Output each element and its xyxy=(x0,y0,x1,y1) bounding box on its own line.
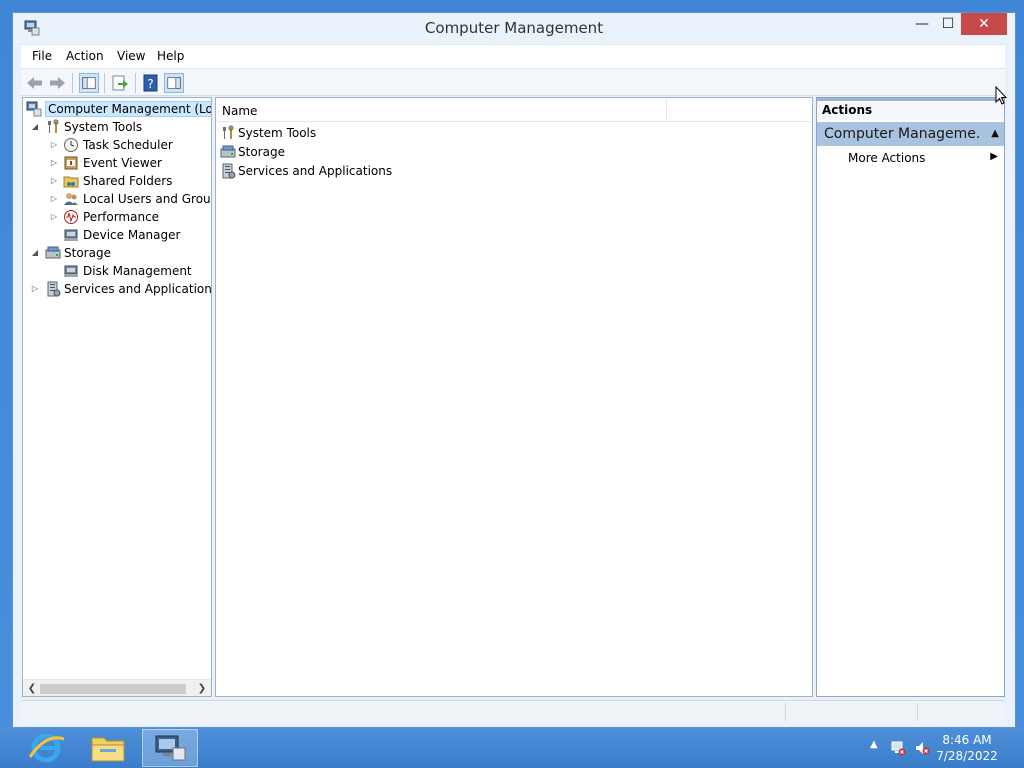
actions-pane: Actions Computer Manageme... ▲ More Acti… xyxy=(816,97,1005,697)
clock-time: 8:46 AM xyxy=(942,733,992,747)
actions-section-label: Computer Manageme... xyxy=(824,126,979,142)
expand-arrow-icon[interactable]: ▷ xyxy=(49,140,59,150)
system-tools-icon xyxy=(48,119,59,133)
more-actions-link[interactable]: More Actions xyxy=(848,151,925,165)
show-hidden-icons-arrow-icon[interactable]: ▲ xyxy=(870,739,878,750)
computer-management-window: Computer Management — ☐ ✕ File Action Vi… xyxy=(12,12,1016,728)
tree-label: Local Users and Groups xyxy=(83,192,212,206)
internet-explorer-taskbar-button[interactable] xyxy=(18,729,74,767)
menu-bar: File Action View Help xyxy=(21,44,1005,68)
tree-label: Event Viewer xyxy=(83,156,162,170)
expand-arrow-icon[interactable]: ▷ xyxy=(30,284,40,294)
storage-icon xyxy=(220,145,236,158)
tree-label: Task Scheduler xyxy=(83,138,173,152)
show-hide-action-pane-icon[interactable] xyxy=(164,73,184,93)
collapse-up-arrow-icon[interactable]: ▲ xyxy=(991,128,999,139)
tree-label: Shared Folders xyxy=(83,174,173,188)
internet-explorer-icon xyxy=(28,733,65,763)
expand-arrow-icon[interactable]: ▷ xyxy=(49,176,59,186)
horizontal-scrollbar[interactable]: ❮ ❯ xyxy=(23,679,211,696)
disk-management-icon xyxy=(64,265,78,277)
task-scheduler-clock-icon xyxy=(64,138,78,152)
actions-pane-title: Actions xyxy=(817,98,1004,120)
close-button[interactable]: ✕ xyxy=(961,13,1007,35)
toolbar-separator xyxy=(72,73,73,93)
svg-text:?: ? xyxy=(147,77,153,91)
tree-label: Computer Management (Local xyxy=(45,101,211,117)
tree-label: Disk Management xyxy=(83,264,192,278)
mouse-cursor-icon xyxy=(995,86,1007,105)
status-bar xyxy=(21,700,1005,722)
results-pane[interactable]: Name System Tools Storage Services and A… xyxy=(215,97,813,697)
submenu-arrow-icon[interactable]: ▶ xyxy=(990,151,998,162)
menu-help[interactable]: Help xyxy=(157,49,184,63)
export-list-icon[interactable] xyxy=(110,73,130,93)
status-bar-divider xyxy=(785,703,786,721)
show-hide-console-tree-icon[interactable] xyxy=(79,73,99,93)
scroll-right-arrow-icon[interactable]: ❯ xyxy=(194,681,210,696)
scroll-left-arrow-icon[interactable]: ❮ xyxy=(24,681,40,696)
services-and-applications-icon xyxy=(222,163,236,179)
shared-folders-icon xyxy=(63,176,79,188)
tree-label: System Tools xyxy=(64,120,143,134)
scrollbar-thumb[interactable] xyxy=(40,684,186,694)
column-divider[interactable] xyxy=(666,100,667,120)
collapse-arrow-icon[interactable]: ◢ xyxy=(30,248,40,258)
maximize-button[interactable]: ☐ xyxy=(933,13,963,35)
expand-arrow-icon[interactable]: ▷ xyxy=(49,212,59,222)
collapse-arrow-icon[interactable]: ◢ xyxy=(30,122,40,132)
menu-action[interactable]: Action xyxy=(66,49,104,63)
toolbar-separator xyxy=(104,73,105,93)
list-item-label: System Tools xyxy=(238,126,317,140)
volume-muted-icon[interactable] xyxy=(914,740,930,756)
tree-label: Performance xyxy=(83,210,160,224)
tree-label: Device Manager xyxy=(83,228,181,242)
storage-icon xyxy=(45,246,61,259)
taskbar-clock[interactable]: 8:46 AM 7/28/2022 xyxy=(932,732,1002,764)
computer-management-taskbar-icon xyxy=(155,735,186,761)
list-header: Name xyxy=(216,98,812,122)
actions-section-header[interactable]: Computer Manageme... ▲ xyxy=(817,122,1004,146)
forward-arrow-icon[interactable] xyxy=(47,73,67,93)
console-tree-pane[interactable]: Computer Management (Local ◢ System Tool… xyxy=(22,97,212,697)
event-viewer-icon xyxy=(64,156,78,170)
tree-label: Storage xyxy=(64,246,111,260)
file-explorer-taskbar-button[interactable] xyxy=(80,729,136,767)
toolbar: ? xyxy=(21,68,1005,96)
device-manager-icon xyxy=(64,229,78,241)
taskbar: ▲ 8:46 AM 7/28/2022 xyxy=(0,728,1024,768)
services-and-applications-icon xyxy=(47,281,61,297)
computer-management-icon xyxy=(26,101,42,117)
computer-management-taskbar-button[interactable] xyxy=(142,729,198,767)
file-explorer-folder-icon xyxy=(91,737,125,762)
status-bar-divider xyxy=(917,703,918,721)
list-item-label: Services and Applications xyxy=(238,164,393,178)
title-bar[interactable]: Computer Management — ☐ ✕ xyxy=(13,13,1015,43)
list-item-label: Storage xyxy=(238,145,285,159)
system-tools-icon xyxy=(223,125,234,139)
network-disconnected-icon[interactable] xyxy=(890,740,906,756)
users-group-icon xyxy=(64,193,78,205)
help-icon[interactable]: ? xyxy=(141,73,161,93)
column-header-name[interactable]: Name xyxy=(222,104,257,118)
menu-file[interactable]: File xyxy=(32,49,52,63)
toolbar-separator xyxy=(135,73,136,93)
performance-icon xyxy=(64,210,78,224)
menu-view[interactable]: View xyxy=(117,49,145,63)
tree-label: Services and Applications xyxy=(64,282,212,296)
expand-arrow-icon[interactable]: ▷ xyxy=(49,158,59,168)
back-arrow-icon[interactable] xyxy=(25,73,45,93)
clock-date: 7/28/2022 xyxy=(936,749,998,763)
expand-arrow-icon[interactable]: ▷ xyxy=(49,194,59,204)
window-title: Computer Management xyxy=(424,19,604,37)
